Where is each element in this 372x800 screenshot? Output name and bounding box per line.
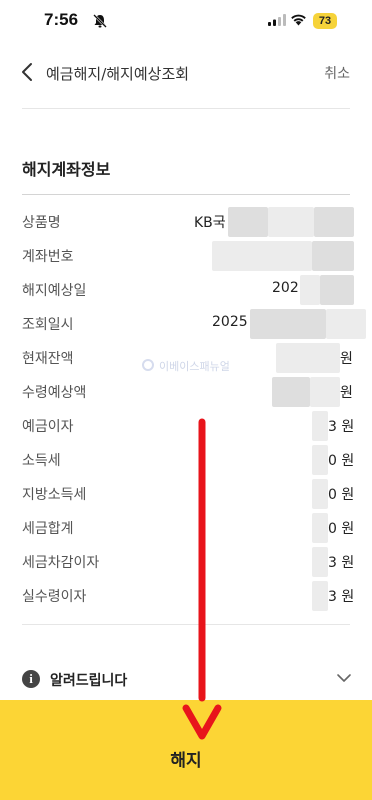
redacted-block xyxy=(312,241,354,271)
redacted-block xyxy=(276,343,340,373)
redacted-block xyxy=(314,207,354,237)
status-time: 7:56 xyxy=(44,10,79,29)
watermark-logo-icon xyxy=(142,359,154,371)
header: 예금해지/해지예상조회 취소 xyxy=(0,52,372,92)
info-row-expected-receipt: 수령예상액 원 xyxy=(22,377,353,407)
row-value: 원 xyxy=(340,351,353,367)
redacted-block xyxy=(320,275,354,305)
info-row-inquiry-datetime: 조회일시 2025 xyxy=(22,309,366,339)
redacted-block xyxy=(268,207,314,237)
row-value: 3 원 xyxy=(328,419,355,435)
row-label: 실수령이자 xyxy=(22,589,87,605)
red-arrow-annotation xyxy=(182,418,222,740)
row-label: 수령예상액 xyxy=(22,385,87,401)
row-value: 202 xyxy=(272,280,299,296)
row-value: 3 원 xyxy=(328,555,355,571)
row-value: 0 원 xyxy=(328,521,355,537)
divider xyxy=(22,108,350,109)
row-label: 조회일시 xyxy=(22,317,74,333)
page-title: 예금해지/해지예상조회 xyxy=(46,65,190,83)
redacted-block xyxy=(312,445,328,475)
info-row-product-name: 상품명 KB국 xyxy=(22,207,354,237)
row-value: KB국 xyxy=(194,215,226,231)
cancel-button[interactable]: 취소 xyxy=(324,63,350,83)
row-label: 세금차감이자 xyxy=(22,555,100,571)
status-bar: 7:56 73 xyxy=(0,0,372,44)
row-label: 지방소득세 xyxy=(22,487,87,503)
row-label: 소득세 xyxy=(22,453,61,469)
watermark: 이베이스패뉴얼 xyxy=(142,358,230,374)
redacted-block xyxy=(300,275,320,305)
row-label: 상품명 xyxy=(22,215,61,231)
row-label: 계좌번호 xyxy=(22,249,74,265)
redacted-block xyxy=(312,411,328,441)
redacted-block xyxy=(326,309,366,339)
bell-muted-icon xyxy=(93,14,107,28)
signal-icon xyxy=(268,14,286,26)
back-icon[interactable] xyxy=(18,60,38,84)
redacted-block xyxy=(312,581,328,611)
redacted-block xyxy=(310,377,340,407)
row-value: 3 원 xyxy=(328,589,355,605)
row-label: 해지예상일 xyxy=(22,283,87,299)
redacted-block xyxy=(312,547,328,577)
row-value: 0 원 xyxy=(328,453,355,469)
info-row-expected-date: 해지예상일 202 xyxy=(22,275,354,305)
notice-label: 알려드립니다 xyxy=(50,673,128,689)
redacted-block xyxy=(250,309,326,339)
redacted-block xyxy=(212,241,312,271)
info-row-account-number: 계좌번호 xyxy=(22,241,354,271)
redacted-block xyxy=(312,513,328,543)
row-value: 2025 xyxy=(212,314,248,330)
row-label: 예금이자 xyxy=(22,419,74,435)
row-value: 원 xyxy=(340,385,353,401)
row-label: 세금합계 xyxy=(22,521,74,537)
wifi-icon xyxy=(291,14,306,26)
chevron-down-icon[interactable] xyxy=(336,672,352,684)
row-value: 0 원 xyxy=(328,487,355,503)
row-label: 현재잔액 xyxy=(22,351,74,367)
terminate-button-label: 해지 xyxy=(170,751,202,771)
divider xyxy=(22,194,350,195)
section-title: 해지계좌정보 xyxy=(22,160,111,179)
info-icon: i xyxy=(22,670,40,688)
redacted-block xyxy=(272,377,310,407)
battery-indicator: 73 xyxy=(313,13,337,29)
redacted-block xyxy=(228,207,268,237)
redacted-block xyxy=(312,479,328,509)
